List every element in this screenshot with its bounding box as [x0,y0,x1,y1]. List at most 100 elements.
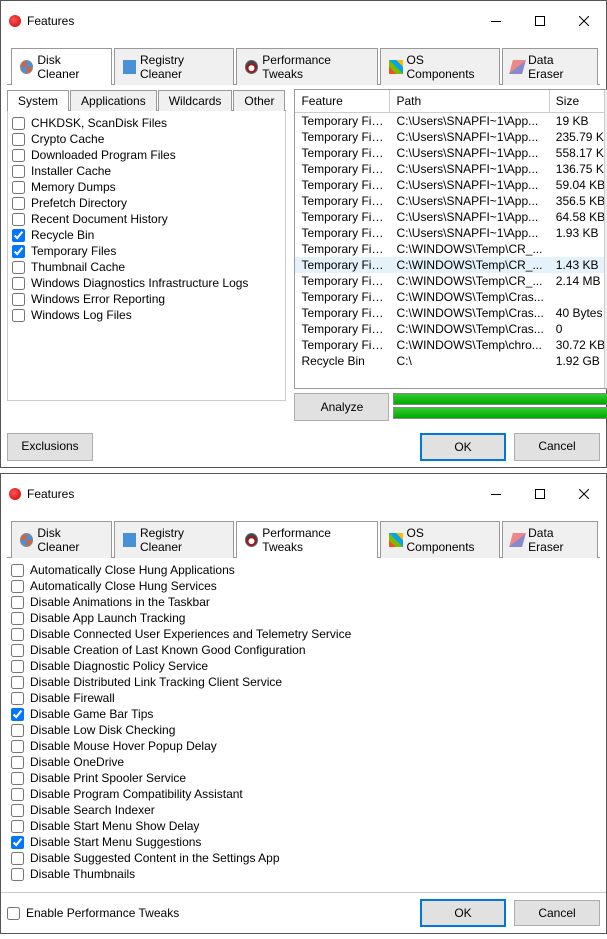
tab-data-eraser[interactable]: Data Eraser [502,48,598,85]
table-row[interactable]: Temporary FilesC:\WINDOWS\Temp\CR_...2.1… [295,273,607,289]
check-item[interactable]: Disable Search Indexer [11,802,596,818]
col-size[interactable]: Size [550,90,607,112]
tweaks-checklist: Automatically Close Hung ApplicationsAut… [7,558,600,886]
app-icon [9,15,21,27]
table-row[interactable]: Temporary FilesC:\WINDOWS\Temp\Cras... [295,289,607,305]
check-item[interactable]: Windows Diagnostics Infrastructure Logs [12,275,281,291]
check-item[interactable]: Windows Log Files [12,307,281,323]
disk-icon [20,60,33,74]
tab-os-components[interactable]: OS Components [380,521,500,558]
tab-registry-cleaner[interactable]: Registry Cleaner [114,521,234,558]
check-item[interactable]: Disable Distributed Link Tracking Client… [11,674,596,690]
check-item[interactable]: Crypto Cache [12,131,281,147]
table-row[interactable]: Temporary FilesC:\WINDOWS\Temp\Cras...0 [295,321,607,337]
exclusions-button[interactable]: Exclusions [7,433,93,461]
table-row[interactable]: Temporary FilesC:\WINDOWS\Temp\CR_...1.4… [295,257,607,273]
ok-button[interactable]: OK [420,899,506,927]
tab-disk-cleaner[interactable]: Disk Cleaner [11,521,112,558]
tab-performance-tweaks[interactable]: Performance Tweaks [236,48,378,85]
check-item[interactable]: Memory Dumps [12,179,281,195]
analyze-button[interactable]: Analyze [294,393,389,421]
check-item[interactable]: Disable Start Menu Show Delay [11,818,596,834]
check-item[interactable]: Prefetch Directory [12,195,281,211]
window-performance-tweaks: Features Disk Cleaner Registry Cleaner P… [0,473,607,934]
progress-bar [393,407,607,419]
registry-icon [123,60,136,74]
windows-icon [389,533,402,547]
window-disk-cleaner: Features Disk Cleaner Registry Cleaner P… [0,0,607,468]
check-item[interactable]: Disable Thumbnails [11,866,596,882]
table-row[interactable]: Temporary FilesC:\WINDOWS\Temp\Cras...40… [295,305,607,321]
table-row[interactable]: Temporary FilesC:\WINDOWS\Temp\chro...30… [295,337,607,353]
subtab-wildcards[interactable]: Wildcards [158,90,233,111]
close-button[interactable] [562,480,606,508]
subtab-applications[interactable]: Applications [70,90,157,111]
gauge-icon [245,60,258,74]
check-item[interactable]: Disable Creation of Last Known Good Conf… [11,642,596,658]
tab-os-components[interactable]: OS Components [380,48,500,85]
check-item[interactable]: Recycle Bin [12,227,281,243]
progress-bar [393,393,607,405]
check-item[interactable]: Disable Start Menu Suggestions [11,834,596,850]
ok-button[interactable]: OK [420,433,506,461]
titlebar[interactable]: Features [1,1,606,41]
check-item[interactable]: Disable Print Spooler Service [11,770,596,786]
subtab-system[interactable]: System [7,90,69,111]
titlebar[interactable]: Features [1,474,606,514]
sub-tabs: System Applications Wildcards Other [7,89,286,111]
main-tabs: Disk Cleaner Registry Cleaner Performanc… [7,520,600,558]
eraser-icon [509,60,526,74]
check-item[interactable]: Temporary Files [12,243,281,259]
table-row[interactable]: Temporary FilesC:\Users\SNAPFI~1\App...5… [295,145,607,161]
minimize-button[interactable] [474,480,518,508]
check-item[interactable]: CHKDSK, ScanDisk Files [12,115,281,131]
subtab-other[interactable]: Other [233,90,285,111]
maximize-button[interactable] [518,7,562,35]
check-item[interactable]: Disable Low Disk Checking [11,722,596,738]
enable-tweaks-checkbox[interactable]: Enable Performance Tweaks [7,906,412,920]
minimize-button[interactable] [474,7,518,35]
check-item[interactable]: Disable Mouse Hover Popup Delay [11,738,596,754]
check-item[interactable]: Disable Suggested Content in the Setting… [11,850,596,866]
check-item[interactable]: Disable App Launch Tracking [11,610,596,626]
check-item[interactable]: Disable Game Bar Tips [11,706,596,722]
table-row[interactable]: Temporary FilesC:\Users\SNAPFI~1\App...2… [295,129,607,145]
cancel-button[interactable]: Cancel [514,900,600,926]
app-icon [9,488,21,500]
check-item[interactable]: Installer Cache [12,163,281,179]
col-path[interactable]: Path [390,90,549,112]
table-row[interactable]: Temporary FilesC:\Users\SNAPFI~1\App...1… [295,113,607,129]
maximize-button[interactable] [518,480,562,508]
check-item[interactable]: Disable Firewall [11,690,596,706]
registry-icon [123,533,136,547]
check-item[interactable]: Disable Connected User Experiences and T… [11,626,596,642]
windows-icon [389,60,402,74]
window-title: Features [27,487,474,501]
tab-disk-cleaner[interactable]: Disk Cleaner [11,48,112,85]
table-row[interactable]: Temporary FilesC:\Users\SNAPFI~1\App...1… [295,161,607,177]
col-feature[interactable]: Feature [295,90,390,112]
eraser-icon [509,533,526,547]
check-item[interactable]: Automatically Close Hung Applications [11,562,596,578]
check-item[interactable]: Disable Program Compatibility Assistant [11,786,596,802]
tab-performance-tweaks[interactable]: Performance Tweaks [236,521,378,558]
table-row[interactable]: Temporary FilesC:\Users\SNAPFI~1\App...6… [295,209,607,225]
check-item[interactable]: Recent Document History [12,211,281,227]
check-item[interactable]: Automatically Close Hung Services [11,578,596,594]
gauge-icon [245,533,258,547]
check-item[interactable]: Disable Animations in the Taskbar [11,594,596,610]
table-row[interactable]: Recycle BinC:\1.92 GB [295,353,607,369]
table-row[interactable]: Temporary FilesC:\Users\SNAPFI~1\App...5… [295,177,607,193]
check-item[interactable]: Windows Error Reporting [12,291,281,307]
check-item[interactable]: Thumbnail Cache [12,259,281,275]
table-row[interactable]: Temporary FilesC:\Users\SNAPFI~1\App...1… [295,225,607,241]
table-row[interactable]: Temporary FilesC:\WINDOWS\Temp\CR_... [295,241,607,257]
check-item[interactable]: Downloaded Program Files [12,147,281,163]
check-item[interactable]: Disable OneDrive [11,754,596,770]
close-button[interactable] [562,7,606,35]
tab-registry-cleaner[interactable]: Registry Cleaner [114,48,234,85]
cancel-button[interactable]: Cancel [514,433,600,461]
table-row[interactable]: Temporary FilesC:\Users\SNAPFI~1\App...3… [295,193,607,209]
check-item[interactable]: Disable Diagnostic Policy Service [11,658,596,674]
tab-data-eraser[interactable]: Data Eraser [502,521,598,558]
